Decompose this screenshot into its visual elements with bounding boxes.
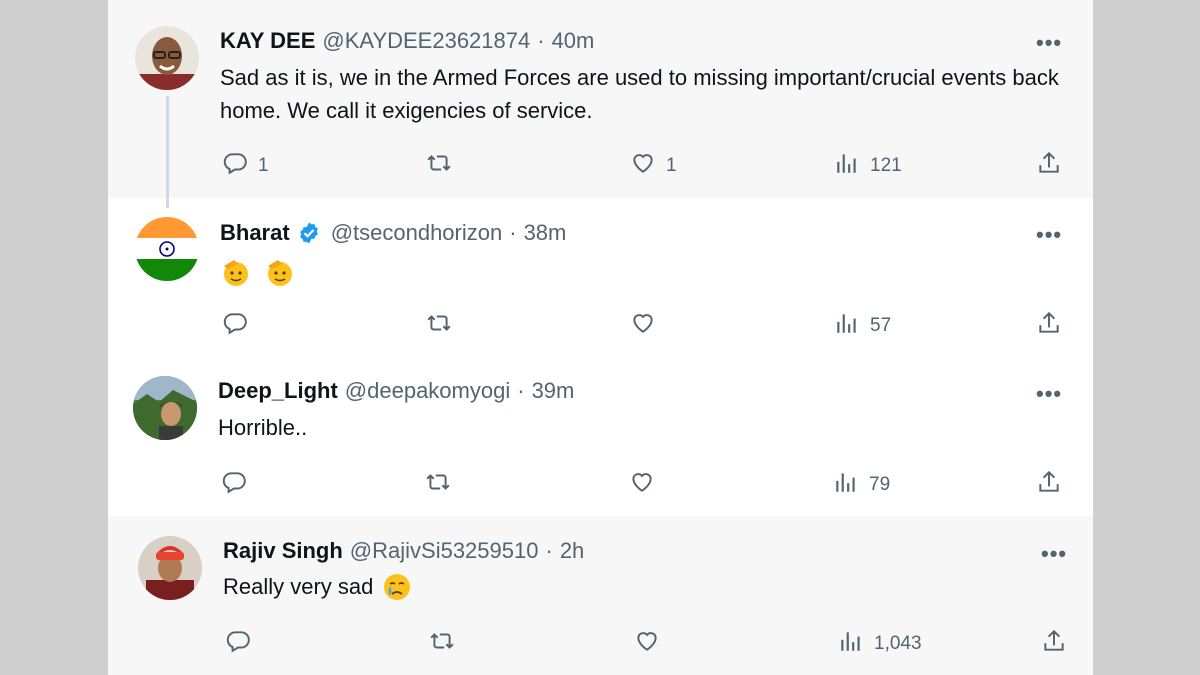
tweet-header: Bharat @tsecondhorizon · 38m (220, 220, 566, 246)
author-name[interactable]: KAY DEE (220, 28, 315, 54)
share-icon (1041, 628, 1067, 660)
more-icon[interactable]: ••• (1041, 541, 1067, 567)
like-icon (629, 469, 655, 501)
views-count: 57 (870, 315, 892, 336)
views-button[interactable]: 79 (833, 469, 890, 501)
views-icon (833, 469, 859, 501)
tweet-text-row: Really very sad (223, 570, 1073, 603)
share-button[interactable] (1036, 469, 1062, 501)
share-icon (1036, 469, 1062, 501)
views-count: 1,043 (874, 633, 922, 654)
retweet-icon (426, 310, 452, 342)
author-name[interactable]: Rajiv Singh (223, 538, 343, 564)
tweet-text: Really very sad (223, 574, 374, 599)
separator: · (517, 378, 525, 403)
share-button[interactable] (1041, 628, 1067, 660)
crying-face-emoji (381, 571, 413, 603)
share-button[interactable] (1036, 310, 1062, 342)
views-button[interactable]: 57 (834, 310, 891, 342)
views-icon (838, 628, 864, 660)
timestamp[interactable]: 38m (524, 220, 567, 246)
reply-thread-panel: KAY DEE @KAYDEE23621874 · 40m ••• Sad as… (108, 0, 1093, 675)
separator: · (545, 538, 553, 563)
author-handle[interactable]: @deepakomyogi (345, 378, 510, 404)
retweet-button[interactable] (426, 310, 462, 342)
author-handle[interactable]: @RajivSi53259510 (350, 538, 539, 564)
tweet-bharat[interactable]: Bharat @tsecondhorizon · 38m ••• 57 (108, 198, 1093, 358)
reply-icon (222, 150, 248, 182)
retweet-button[interactable] (425, 469, 461, 501)
tweet-text: Sad as it is, we in the Armed Forces are… (220, 65, 1059, 123)
author-handle[interactable]: @tsecondhorizon (331, 220, 503, 246)
tweet-text (220, 254, 1070, 288)
like-button[interactable] (630, 310, 666, 342)
reply-icon (222, 310, 248, 342)
avatar[interactable] (135, 217, 199, 281)
share-icon (1036, 150, 1062, 182)
avatar[interactable] (135, 26, 199, 90)
reply-button[interactable]: 1 (222, 150, 269, 182)
share-icon (1036, 310, 1062, 342)
views-icon (834, 310, 860, 342)
like-button[interactable]: 1 (630, 150, 677, 182)
tweet-kay-dee[interactable]: KAY DEE @KAYDEE23621874 · 40m ••• Sad as… (108, 0, 1093, 208)
thread-connector-line (166, 96, 169, 208)
author-handle[interactable]: @KAYDEE23621874 (322, 28, 530, 54)
reply-button[interactable] (221, 469, 257, 501)
reply-button[interactable] (225, 628, 261, 660)
share-button[interactable] (1036, 150, 1062, 182)
reply-icon (225, 628, 251, 660)
like-icon (630, 150, 656, 182)
like-count: 1 (666, 155, 677, 176)
retweet-button[interactable] (426, 150, 462, 182)
tweet-rajiv-singh[interactable]: Rajiv Singh @RajivSi53259510 · 2h ••• Re… (108, 516, 1093, 675)
tweet-header: Rajiv Singh @RajivSi53259510 · 2h (223, 538, 584, 564)
author-name[interactable]: Deep_Light (218, 378, 338, 404)
tweet-header: KAY DEE @KAYDEE23621874 · 40m (220, 28, 594, 54)
like-icon (634, 628, 660, 660)
tweet-header: Deep_Light @deepakomyogi · 39m (218, 378, 574, 404)
tweet-deep-light[interactable]: Deep_Light @deepakomyogi · 39m ••• Horri… (108, 358, 1093, 516)
views-button[interactable]: 121 (834, 150, 902, 182)
retweet-icon (425, 469, 451, 501)
avatar[interactable] (133, 376, 197, 440)
timestamp[interactable]: 2h (560, 538, 584, 564)
saluting-face-emoji (264, 256, 296, 288)
separator: · (509, 220, 517, 245)
like-button[interactable] (629, 469, 665, 501)
author-name[interactable]: Bharat (220, 220, 290, 246)
views-icon (834, 150, 860, 182)
saluting-face-emoji (220, 256, 252, 288)
reply-count: 1 (258, 155, 269, 176)
like-button[interactable] (634, 628, 670, 660)
separator: · (537, 28, 545, 53)
more-icon[interactable]: ••• (1036, 381, 1062, 407)
more-icon[interactable]: ••• (1036, 222, 1062, 248)
timestamp[interactable]: 40m (552, 28, 595, 54)
views-button[interactable]: 1,043 (838, 628, 922, 660)
more-icon[interactable]: ••• (1036, 30, 1062, 56)
like-icon (630, 310, 656, 342)
views-count: 79 (869, 474, 891, 495)
views-count: 121 (870, 155, 902, 176)
avatar[interactable] (138, 536, 202, 600)
reply-icon (221, 469, 247, 501)
tweet-text: Horrible.. (218, 415, 308, 440)
retweet-icon (426, 150, 452, 182)
retweet-icon (429, 628, 455, 660)
timestamp[interactable]: 39m (532, 378, 575, 404)
reply-button[interactable] (222, 310, 258, 342)
retweet-button[interactable] (429, 628, 465, 660)
verified-badge-icon (297, 221, 321, 245)
